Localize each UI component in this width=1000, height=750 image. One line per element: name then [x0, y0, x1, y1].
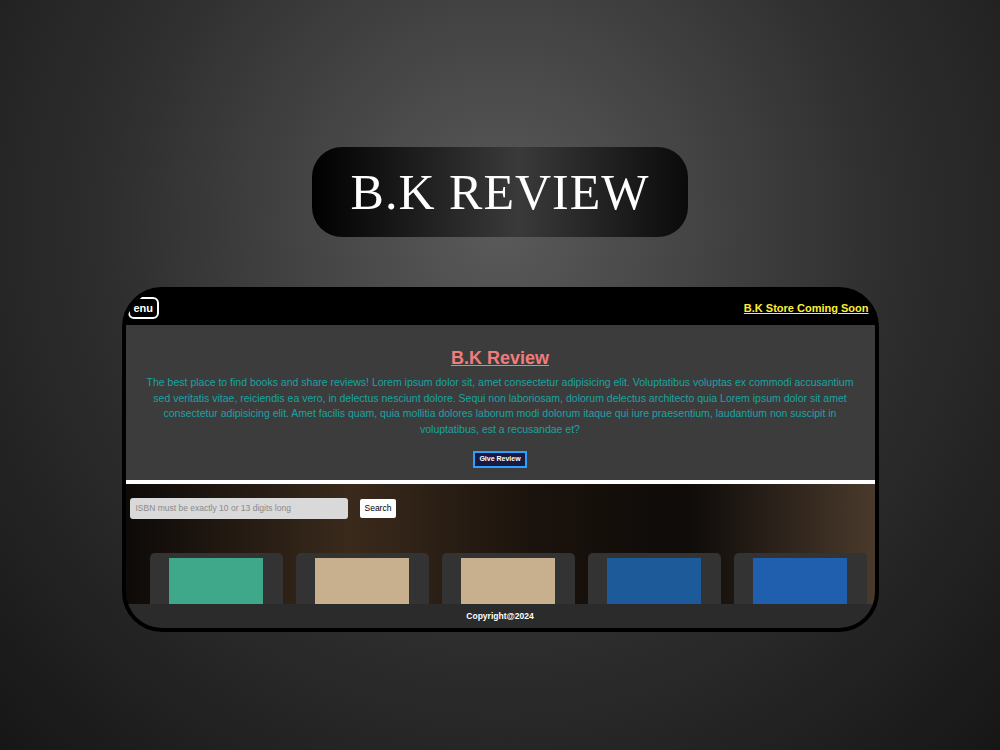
book-card[interactable] [296, 553, 429, 604]
book-cover [169, 558, 263, 604]
store-link[interactable]: B.K Store Coming Soon [744, 300, 869, 317]
page: B.K REVIEW enu B.K Store Coming Soon B.K Re… [0, 0, 1000, 750]
hero-title: B.K Review [451, 347, 549, 369]
title-text: B.K REVIEW [351, 155, 650, 230]
screenshot-frame: enu B.K Store Coming Soon B.K Review The be… [122, 287, 879, 632]
book-cover [461, 558, 555, 604]
book-card[interactable] [734, 553, 867, 604]
search-button[interactable]: Search [360, 499, 397, 518]
nav-bar: enu B.K Store Coming Soon [126, 291, 875, 325]
isbn-placeholder: ISBN must be exactly 10 or 13 digits lon… [136, 502, 291, 515]
hero-section: B.K Review The best place to find books a… [126, 325, 875, 480]
menu-button[interactable]: enu [128, 297, 160, 320]
title-pill: B.K REVIEW [312, 147, 688, 237]
footer: Copyright@2024 [126, 604, 875, 628]
book-cover [753, 558, 847, 604]
book-card[interactable] [442, 553, 575, 604]
book-cover [315, 558, 409, 604]
give-review-button[interactable]: Give Review [473, 451, 526, 468]
hero-text: The best place to find books and share r… [140, 375, 861, 437]
footer-text: Copyright@2024 [466, 610, 533, 623]
book-card[interactable] [588, 553, 721, 604]
book-cover [607, 558, 701, 604]
books-section: ISBN must be exactly 10 or 13 digits lon… [126, 484, 875, 604]
book-list [130, 553, 871, 604]
isbn-input[interactable]: ISBN must be exactly 10 or 13 digits lon… [130, 498, 348, 519]
book-card[interactable] [150, 553, 283, 604]
search-row: ISBN must be exactly 10 or 13 digits lon… [130, 498, 871, 519]
